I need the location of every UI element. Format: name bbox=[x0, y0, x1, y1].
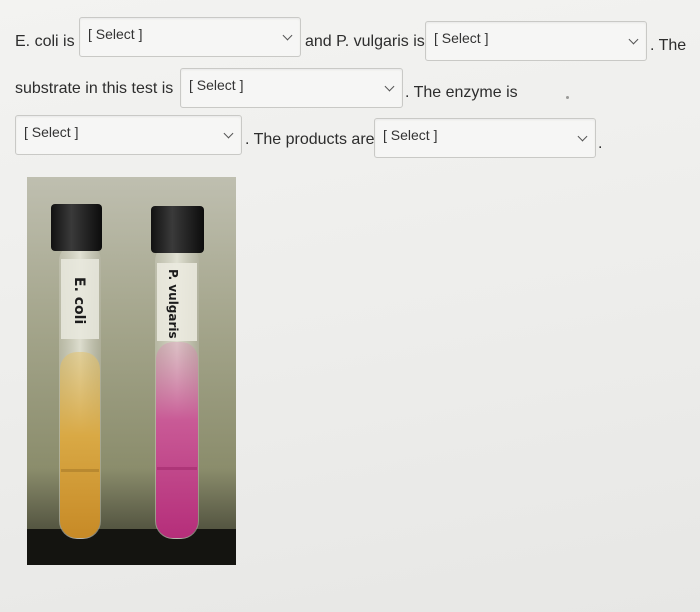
ecoli-result-dropdown[interactable]: [ Select ] bbox=[79, 17, 301, 57]
chevron-down-icon bbox=[384, 81, 395, 92]
line3-end: . bbox=[598, 135, 603, 152]
ecoli-broth bbox=[60, 352, 100, 538]
pvulgaris-broth bbox=[156, 342, 198, 538]
ecoli-tube-cap bbox=[51, 204, 102, 251]
chevron-down-icon bbox=[282, 30, 293, 41]
ecoli-sediment-line bbox=[61, 469, 99, 472]
pvulgaris-handwritten-label: P. vulgaris bbox=[166, 269, 180, 339]
chevron-down-icon bbox=[577, 131, 588, 142]
test-tubes-photo: E. coli P. vulgaris bbox=[27, 177, 236, 565]
chevron-down-icon bbox=[628, 34, 639, 45]
ecoli-handwritten-label: E. coli bbox=[71, 277, 87, 324]
substrate-value: [ Select ] bbox=[189, 77, 244, 93]
chevron-down-icon bbox=[223, 128, 234, 139]
stray-dot bbox=[566, 96, 569, 99]
ecoli-tube: E. coli bbox=[51, 204, 102, 539]
products-value: [ Select ] bbox=[383, 127, 438, 143]
substrate-label: substrate in this test is bbox=[15, 80, 174, 97]
test-tubes-illustration: E. coli P. vulgaris bbox=[27, 204, 236, 565]
pvulgaris-result-dropdown[interactable]: [ Select ] bbox=[425, 21, 647, 61]
ecoli-label: E. coli is bbox=[15, 33, 75, 50]
pvulgaris-result-value: [ Select ] bbox=[434, 30, 489, 46]
products-label: . The products are bbox=[245, 131, 375, 148]
table-surface bbox=[27, 529, 236, 565]
enzyme-value: [ Select ] bbox=[24, 124, 79, 140]
ecoli-result-value: [ Select ] bbox=[88, 26, 143, 42]
pvulgaris-label: and P. vulgaris is bbox=[305, 33, 425, 50]
line1-suffix: . The bbox=[650, 37, 687, 54]
substrate-dropdown[interactable]: [ Select ] bbox=[180, 68, 403, 108]
pvulgaris-tube: P. vulgaris bbox=[151, 206, 204, 539]
pvulgaris-sediment-line bbox=[157, 467, 197, 470]
enzyme-label: . The enzyme is bbox=[405, 84, 518, 101]
enzyme-dropdown[interactable]: [ Select ] bbox=[15, 115, 242, 155]
products-dropdown[interactable]: [ Select ] bbox=[374, 118, 596, 158]
pvulgaris-tube-cap bbox=[151, 206, 204, 253]
